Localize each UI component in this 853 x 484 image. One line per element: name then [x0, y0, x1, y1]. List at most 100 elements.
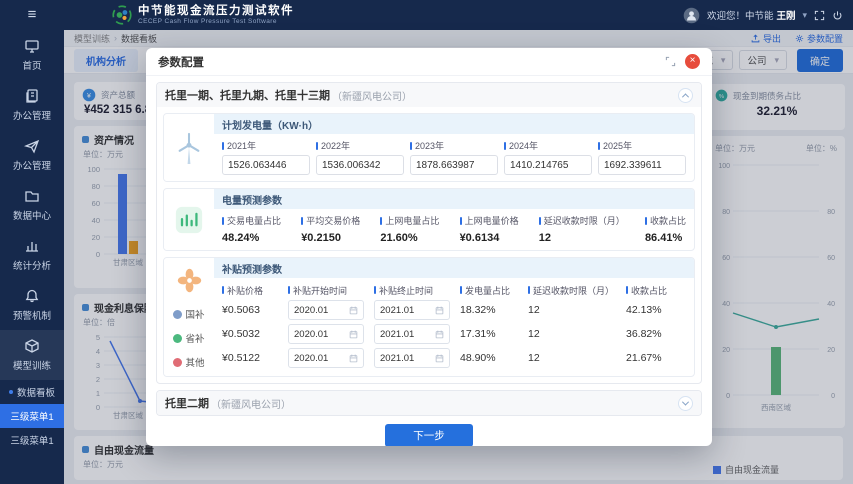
subsidy-collect[interactable]: 42.13%	[626, 298, 684, 322]
username: 王刚	[776, 11, 795, 22]
sidebar-subitem-level3-1[interactable]: 三级菜单1	[0, 404, 64, 428]
subsidy-ratio[interactable]: 18.32%	[460, 298, 524, 322]
fan-icon	[177, 258, 202, 302]
subsidy-start-date-picker[interactable]: 2020.01	[288, 300, 364, 320]
modal-header: 参数配置 ×	[146, 48, 712, 76]
app-title: 中节能现金流压力测试软件	[138, 5, 294, 18]
growth-chart-icon	[164, 189, 214, 250]
subsidy-delay[interactable]: 12	[528, 322, 622, 346]
power-value[interactable]: 86.41%	[645, 232, 686, 244]
app-root: ≡ 中节能现金流压力测试软件 CECEP Cash Flow Pressure …	[0, 0, 853, 484]
plan-field-2021: 2021年	[222, 139, 310, 175]
power-field-delay: 延迟收款时限（月） 12	[539, 214, 625, 244]
user-menu-caret-icon[interactable]: ▾	[802, 10, 807, 21]
sidebar-item-home[interactable]: 首页	[0, 30, 64, 80]
sidebar-item-model-training[interactable]: 模型训练	[0, 330, 64, 380]
section-header: 托里一期、托里九期、托里十三期 （新疆风电公司）	[157, 83, 701, 107]
subsidy-collect[interactable]: 36.82%	[626, 322, 684, 346]
power-field-avg-price: 平均交易价格 ¥0.2150	[301, 214, 360, 244]
national-subsidy-icon	[173, 310, 182, 319]
power-value[interactable]: ¥0.6134	[460, 232, 519, 244]
send-icon	[24, 138, 40, 154]
modal-body: 托里一期、托里九期、托里十三期 （新疆风电公司）	[146, 76, 712, 446]
power-field-trade-ratio: 交易电量占比 48.24%	[222, 214, 281, 244]
subsidy-row-label-provincial: 省补	[173, 326, 204, 350]
sidebar-subitem-level3-2[interactable]: 三级菜单1	[0, 428, 64, 452]
subsidy-end-date-picker[interactable]: 2021.01	[374, 348, 450, 368]
subsidy-ratio[interactable]: 17.31%	[460, 322, 524, 346]
cube-icon	[24, 338, 40, 354]
power-value[interactable]: 48.24%	[222, 232, 281, 244]
plan-group-title: 计划发电量（KW·h）	[214, 114, 694, 134]
subsidy-start-date-picker[interactable]: 2020.01	[288, 324, 364, 344]
power-field-grid-ratio: 上网电量占比 21.60%	[380, 214, 439, 244]
power-field-grid-price: 上网电量价格 ¥0.6134	[460, 214, 519, 244]
sidebar: 首页 办公管理 办公管理 数据中心 统计分析 预警机制 模型训练 数据看板	[0, 30, 64, 484]
plan-2025-input[interactable]	[598, 155, 686, 175]
section-header: 托里二期 （新疆风电公司）	[157, 391, 701, 415]
subsidy-end-date-picker[interactable]: 2021.01	[374, 300, 450, 320]
plan-2023-input[interactable]	[410, 155, 498, 175]
expand-button[interactable]	[678, 396, 693, 411]
sidebar-subitem-dashboard[interactable]: 数据看板	[0, 380, 64, 404]
subsidy-price[interactable]: ¥0.5032	[222, 322, 284, 346]
plan-2022-input[interactable]	[316, 155, 404, 175]
wind-turbine-icon	[164, 114, 214, 181]
subsidy-start-date-picker[interactable]: 2020.01	[288, 348, 364, 368]
plan-2024-input[interactable]	[504, 155, 592, 175]
subsidy-group-title: 补贴预测参数	[214, 258, 694, 278]
subsidy-row-label-national: 国补	[173, 302, 204, 326]
documents-icon	[24, 88, 40, 104]
calendar-icon	[435, 306, 444, 315]
bullet-icon	[9, 390, 13, 394]
subsidy-delay[interactable]: 12	[528, 298, 622, 322]
sidebar-item-datacenter[interactable]: 数据中心	[0, 180, 64, 230]
other-subsidy-icon	[173, 358, 182, 367]
subsidy-ratio[interactable]: 48.90%	[460, 346, 524, 370]
plan-2021-input[interactable]	[222, 155, 310, 175]
top-header: ≡ 中节能现金流压力测试软件 CECEP Cash Flow Pressure …	[0, 0, 853, 30]
power-group-title: 电量预测参数	[214, 189, 694, 209]
calendar-icon	[349, 306, 358, 315]
app-logo-icon	[112, 5, 132, 25]
subsidy-end-date-picker[interactable]: 2021.01	[374, 324, 450, 344]
section-title: 托里二期	[165, 395, 209, 411]
folder-icon	[24, 188, 40, 204]
welcome-text: 欢迎您！中节能王刚	[707, 8, 796, 22]
subsidy-price[interactable]: ¥0.5122	[222, 346, 284, 370]
sidebar-item-office-1[interactable]: 办公管理	[0, 80, 64, 130]
resize-icon[interactable]	[665, 56, 676, 67]
next-step-button[interactable]: 下一步	[385, 424, 473, 446]
close-icon[interactable]: ×	[685, 54, 700, 69]
planned-generation-group: 计划发电量（KW·h） 2021年 2022年	[163, 113, 695, 182]
power-value[interactable]: 21.60%	[380, 232, 439, 244]
collapse-button[interactable]	[678, 88, 693, 103]
chevron-up-icon	[682, 93, 689, 100]
subsidy-delay[interactable]: 12	[528, 346, 622, 370]
calendar-icon	[349, 330, 358, 339]
subsidy-price[interactable]: ¥0.5063	[222, 298, 284, 322]
sidebar-item-warning[interactable]: 预警机制	[0, 280, 64, 330]
provincial-subsidy-icon	[173, 334, 182, 343]
avatar[interactable]	[683, 7, 700, 24]
calendar-icon	[349, 354, 358, 363]
power-forecast-group: 电量预测参数 交易电量占比 48.24% 平均交易价格 ¥0.2150	[163, 188, 695, 251]
sidebar-item-statistics[interactable]: 统计分析	[0, 230, 64, 280]
menu-toggle-icon[interactable]: ≡	[0, 0, 64, 30]
power-value[interactable]: 12	[539, 232, 625, 244]
fullscreen-icon[interactable]	[814, 10, 825, 21]
section-title: 托里一期、托里九期、托里十三期	[165, 87, 330, 103]
section-tuoli-2: 托里二期 （新疆风电公司）	[156, 390, 702, 416]
param-config-modal: 参数配置 × 托里一期、托里九期、托里十三期 （新疆风电公司）	[146, 48, 712, 446]
logout-icon[interactable]	[832, 10, 843, 21]
chevron-down-icon	[682, 398, 689, 405]
plan-field-2023: 2023年	[410, 139, 498, 175]
subsidy-row-label-other: 其他	[173, 350, 204, 374]
power-value[interactable]: ¥0.2150	[301, 232, 360, 244]
monitor-icon	[24, 38, 40, 54]
modal-title: 参数配置	[158, 54, 204, 70]
section-company: （新疆风电公司）	[211, 396, 291, 411]
sidebar-item-office-2[interactable]: 办公管理	[0, 130, 64, 180]
subsidy-collect[interactable]: 21.67%	[626, 346, 684, 370]
calendar-icon	[435, 354, 444, 363]
